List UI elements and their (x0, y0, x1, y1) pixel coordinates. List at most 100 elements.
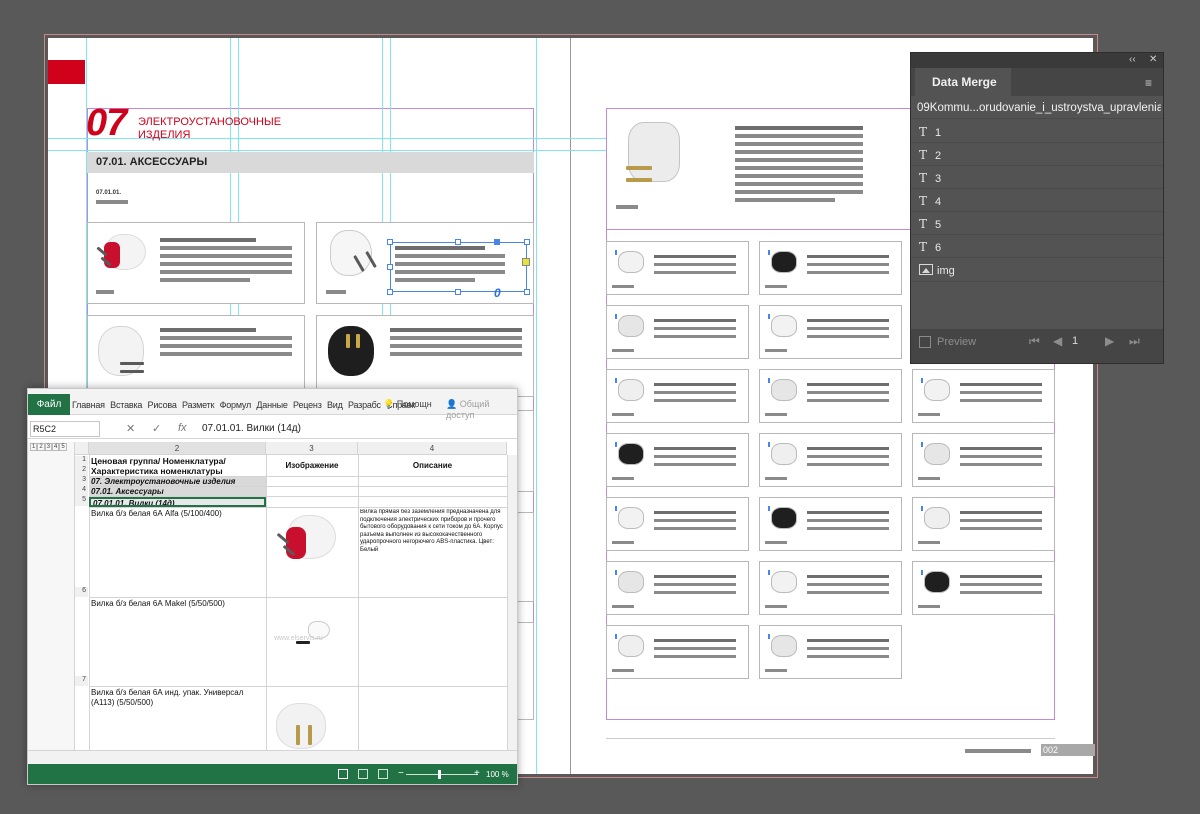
collapse-icon[interactable]: ‹‹ (1129, 54, 1136, 65)
ribbon-tab[interactable]: Вид (327, 400, 343, 410)
cell-product-name[interactable]: Вилка б/з белая 6А Makel (5/50/500) (91, 599, 263, 609)
fx-icon[interactable]: fx (178, 422, 187, 434)
plug-image (618, 251, 644, 273)
plug-image (924, 379, 950, 401)
next-record-icon[interactable]: ▶ (1105, 334, 1114, 348)
ribbon-tab[interactable]: Реценз (293, 400, 322, 410)
field-item[interactable]: T5 (919, 215, 941, 233)
frame-handle[interactable] (524, 289, 530, 295)
link-marker (921, 506, 923, 511)
vertical-scrollbar[interactable] (507, 455, 517, 750)
ribbon-tab[interactable]: Данные (256, 400, 288, 410)
placeholder-text (960, 583, 1042, 586)
placeholder-text (960, 383, 1042, 386)
page-break-icon[interactable] (378, 769, 388, 779)
plug-image (618, 635, 644, 657)
cell-product-description[interactable]: Вилка прямая без заземления предназначен… (360, 509, 506, 555)
preview-checkbox[interactable] (919, 336, 931, 348)
field-item[interactable]: T4 (919, 192, 941, 210)
record-number-input[interactable]: 1 (1072, 333, 1100, 349)
last-record-icon[interactable]: ⏭ (1129, 334, 1140, 349)
share-button[interactable]: 👤 Общий доступ (446, 399, 517, 420)
cell-header-image[interactable]: Изображение (268, 461, 356, 471)
link-marker (921, 442, 923, 447)
outline-level-button[interactable]: 5 (59, 443, 67, 451)
zoom-plus[interactable]: + (474, 768, 480, 779)
placeholder-text (654, 527, 736, 530)
formula-input[interactable]: 07.01.01. Вилки (14д) (202, 423, 301, 434)
cell-header-description[interactable]: Описание (360, 461, 505, 471)
row-header[interactable]: 2 (75, 466, 88, 476)
row-header[interactable]: 4 (75, 486, 88, 496)
cell-product-name[interactable]: Вилка б/з белая 6А Alfa (5/100/400) (91, 509, 263, 519)
link-marker (768, 506, 770, 511)
frame-handle[interactable] (387, 264, 393, 270)
close-icon[interactable]: ✕ (1149, 54, 1157, 65)
placeholder-text (160, 328, 256, 332)
ribbon-tab[interactable]: Главная (72, 400, 105, 410)
ribbon-tab[interactable]: Разрабс (348, 400, 381, 410)
placeholder-text (807, 575, 889, 578)
placeholder-text (960, 447, 1042, 450)
cell-group-row-selected[interactable]: 07.01.01. Вилки (14д) (89, 497, 266, 507)
text-field-icon: T (919, 171, 928, 185)
text-field-icon: T (919, 217, 928, 231)
field-label: 1 (935, 127, 942, 139)
zoom-slider[interactable] (406, 774, 478, 775)
panel-tab-data-merge[interactable]: Data Merge (915, 68, 1011, 96)
horizontal-scrollbar[interactable] (28, 750, 517, 764)
corner-option-handle[interactable] (522, 258, 530, 266)
column-header[interactable]: 4 (358, 442, 507, 455)
plug-image (276, 511, 346, 573)
zoom-minus[interactable]: − (398, 768, 404, 779)
field-item[interactable]: img (919, 262, 955, 280)
placeholder-text (960, 527, 1042, 530)
cell-group-row[interactable]: 07. Электроустановочные изделия (89, 477, 266, 486)
plug-image (771, 315, 797, 337)
row-header[interactable]: 6 (75, 587, 88, 597)
selected-text-frame[interactable] (390, 242, 527, 292)
help-search[interactable]: 💡 Помощн (383, 399, 432, 410)
cell-product-name[interactable]: Вилка б/з белая 6А инд. упак. Универсал … (91, 688, 263, 708)
cancel-icon[interactable]: ✕ (126, 422, 135, 435)
normal-view-icon[interactable] (338, 769, 348, 779)
field-item[interactable]: T1 (919, 123, 941, 141)
cell-header-nomenclature[interactable]: Ценовая группа/ Номенклатура/ Характерис… (91, 456, 263, 476)
plug-image-hero (620, 118, 690, 196)
field-item[interactable]: T3 (919, 169, 941, 187)
field-item[interactable]: T6 (919, 238, 941, 256)
row-header[interactable]: 1 (75, 456, 88, 466)
row-header[interactable]: 5 (75, 496, 88, 506)
page-layout-icon[interactable] (358, 769, 368, 779)
frame-in-port[interactable] (494, 239, 500, 245)
placeholder-text (735, 198, 835, 202)
column-header[interactable]: 2 (89, 442, 266, 455)
plug-image (771, 571, 797, 593)
frame-handle[interactable] (455, 289, 461, 295)
frame-handle[interactable] (387, 289, 393, 295)
previous-record-icon[interactable]: ◀ (1053, 334, 1062, 348)
ribbon-tab[interactable]: Вставка (110, 400, 142, 410)
plug-image (924, 443, 950, 465)
ribbon-tab[interactable]: Рисова (148, 400, 177, 410)
frame-handle[interactable] (524, 239, 530, 245)
frame-handle[interactable] (455, 239, 461, 245)
column-header[interactable]: 3 (266, 442, 358, 455)
ribbon-tab[interactable]: Формул (220, 400, 252, 410)
placeholder-text (654, 399, 736, 402)
row-header[interactable]: 3 (75, 476, 88, 486)
name-box[interactable]: R5C2 (30, 421, 100, 437)
placeholder-text (735, 150, 863, 154)
first-record-icon[interactable]: ⏮ (1029, 334, 1040, 349)
file-tab[interactable]: Файл (28, 394, 70, 415)
ribbon-tab[interactable]: Разметк (182, 400, 214, 410)
outline-level-button[interactable]: 2 (37, 443, 45, 451)
frame-handle[interactable] (387, 239, 393, 245)
row-header[interactable]: 7 (75, 676, 88, 686)
field-item[interactable]: T2 (919, 146, 941, 164)
outline-level-button[interactable]: 3 (44, 443, 53, 451)
panel-menu-icon[interactable]: ≡ (1145, 76, 1152, 90)
confirm-icon[interactable]: ✓ (152, 422, 161, 435)
cell-group-row[interactable]: 07.01. Аксессуары (89, 487, 266, 496)
zoom-slider-thumb[interactable] (438, 770, 441, 779)
